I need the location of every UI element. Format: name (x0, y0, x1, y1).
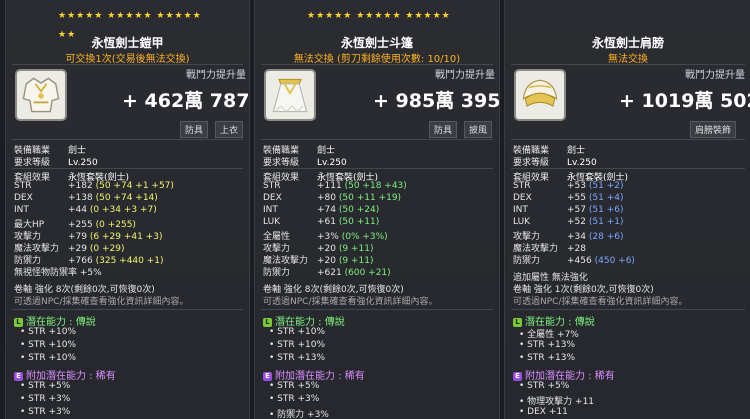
epic-icon: E (513, 371, 522, 381)
bonus-line: • STR +5% (519, 381, 570, 391)
legendary-icon: L (513, 317, 522, 327)
stat-row: DEX +138 (50 +74 +14) (14, 193, 158, 203)
potential-line: • STR +10% (269, 340, 326, 350)
trade-status: 無法交換 (608, 54, 648, 65)
star-force-stars: ★★★★★ ★★★★★ ★★★★★ (307, 3, 467, 22)
cape-icon (264, 69, 316, 121)
level-row: 要求等級 Lv.250 (14, 158, 98, 168)
bonus-line: • STR +5% (20, 381, 71, 391)
stat-row: DEX +55 (51 +4) (513, 193, 624, 203)
potential-title: L 潛在能力 : 傳說 (263, 313, 345, 328)
stat-row: STR +111 (50 +18 +43) (263, 181, 407, 191)
category-tag: 防具 (429, 121, 458, 138)
bonus-line: • STR +3% (20, 394, 71, 404)
power-label: 戰鬥力提升量 (435, 70, 495, 81)
stat-row: INT +74 (50 +24) (263, 205, 380, 215)
item-tooltip-armor: ★★★★★ ★★★★★ ★★★★★ ★★ 永恆劍士鎧甲 可交換1次(交易後無法交… (5, 0, 250, 419)
power-value: + 462萬 7874 (122, 90, 250, 112)
stat-row: STR +182 (50 +74 +1 +57) (14, 181, 174, 191)
trade-status: 無法交換 (剪刀剩餘使用次數: 10/10) (293, 54, 461, 65)
stat-row: 無視怪物防禦率 +5% (14, 268, 102, 278)
power-label: 戰鬥力提升量 (685, 70, 745, 81)
potential-line: • STR +13% (519, 340, 576, 350)
bonus-line: • STR +5% (269, 381, 320, 391)
stat-row: STR +53 (51 +2) (513, 181, 624, 191)
potential-line: • STR +10% (20, 340, 77, 350)
item-title: 永恆劍士肩膀 (591, 36, 664, 50)
item-tooltip-shoulder: 永恆劍士肩膀 無法交換 戰鬥力提升量 + 1019萬 5027 肩膀裝飾 裝備職… (504, 0, 750, 419)
bonus-line: • 物理攻擊力 +11 (519, 397, 595, 407)
shoulder-icon (514, 69, 566, 121)
category-tag: 肩膀裝飾 (690, 121, 737, 138)
potential-line: • STR +13% (269, 353, 326, 363)
level-row: 要求等級 Lv.250 (513, 158, 597, 168)
potential-line: • STR +10% (269, 327, 326, 337)
stat-row: 防禦力 +456 (450 +6) (513, 256, 635, 266)
bonus-line: • STR +3% (269, 394, 320, 404)
category-tag: 上衣 (215, 121, 244, 138)
category-tag: 披風 (464, 121, 493, 138)
item-tooltip-cape: ★★★★★ ★★★★★ ★★★★★ 永恆劍士斗篷 無法交換 (剪刀剩餘使用次數:… (254, 0, 500, 419)
trade-status: 可交換1次(交易後無法交換) (65, 54, 190, 65)
legendary-icon: L (263, 317, 272, 327)
star-row: ★★★★★ ★★★★★ ★★★★★ (307, 11, 451, 21)
potential-line: • STR +10% (20, 353, 77, 363)
potential-line: • STR +10% (20, 327, 77, 337)
legendary-icon: L (14, 317, 23, 327)
power-label: 戰鬥力提升量 (186, 70, 246, 81)
upgrade-note: 可透過NPC/採集確查看強化資訊詳細內容。 (513, 297, 688, 307)
stat-row: DEX +80 (50 +11 +19) (263, 193, 402, 203)
potential-title: L 潛在能力 : 傳說 (14, 313, 96, 328)
upgrade-note: 可透過NPC/採集確查看強化資訊詳細內容。 (14, 297, 189, 307)
potential-line: • STR +13% (519, 353, 576, 363)
bonus-line: • STR +3% (20, 407, 71, 417)
power-value: + 1019萬 5027 (619, 90, 750, 112)
stat-row: INT +57 (51 +6) (513, 205, 624, 215)
epic-icon: E (263, 371, 272, 381)
bonus-potential-title: E 附加潛在能力 : 稀有 (263, 367, 365, 382)
stat-row: LUK +52 (51 +1) (513, 217, 624, 227)
power-value: + 985萬 3951 (373, 90, 500, 112)
bonus-line: • DEX +11 (519, 407, 568, 417)
category-tag: 防具 (180, 121, 209, 138)
level-row: 要求等級 Lv.250 (263, 158, 347, 168)
armor-icon (15, 69, 67, 121)
bonus-potential-title: E 附加潛在能力 : 稀有 (14, 367, 116, 382)
star-row: ★★★★★ ★★★★★ ★★★★★ (58, 11, 202, 21)
epic-icon: E (14, 371, 23, 381)
bonus-line: • 防禦力 +3% (269, 410, 329, 419)
bonus-potential-title: E 附加潛在能力 : 稀有 (513, 367, 615, 382)
potential-line: • 全屬性 +7% (519, 330, 579, 340)
stat-row: 防禦力 +621 (600 +21) (263, 268, 391, 278)
stat-row: LUK +61 (50 +11) (263, 217, 380, 227)
potential-title: L 潛在能力 : 傳說 (513, 313, 595, 328)
item-title: 永恆劍士鎧甲 (91, 36, 164, 50)
stat-row: INT +44 (0 +34 +3 +7) (14, 205, 157, 215)
item-title: 永恆劍士斗篷 (340, 36, 413, 50)
upgrade-note: 可透過NPC/採集確查看強化資訊詳細內容。 (263, 297, 438, 307)
